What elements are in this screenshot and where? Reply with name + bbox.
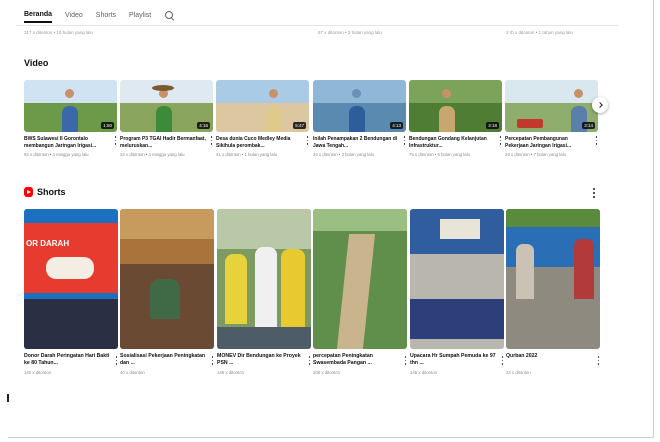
short-title[interactable]: MONEV Dir Bendungan ke Proyek PSN ... <box>217 353 311 367</box>
short-card[interactable]: Qurban 2022 24 x ditonton <box>506 209 600 375</box>
video-thumbnail[interactable]: 3:18 <box>409 80 502 132</box>
video-thumbnail[interactable]: 5:47 <box>216 80 309 132</box>
text-cursor <box>7 394 9 402</box>
video-thumbnail[interactable]: 3:14 <box>505 80 598 132</box>
video-card[interactable]: 4:13 Inilah Penampakan 2 Bendungan di Ja… <box>313 80 406 157</box>
more-vert-icon[interactable] <box>306 136 309 145</box>
short-title[interactable]: Qurban 2022 <box>506 353 600 367</box>
short-card[interactable]: MONEV Dir Bendungan ke Proyek PSN ... 14… <box>217 209 311 375</box>
tabs-divider <box>16 25 618 26</box>
previous-row-meta: 317 x ditonton • 10 bulan yang lalu <box>24 30 93 35</box>
more-vert-icon[interactable] <box>592 188 596 198</box>
short-meta: 145 x ditonton <box>410 370 437 375</box>
more-vert-icon[interactable] <box>597 356 600 365</box>
previous-row-meta: 3 rb x ditonton • 1 tahun yang lalu <box>506 30 573 35</box>
short-title[interactable]: Donor Darah Peringatan Hari Bakti ke 80 … <box>24 353 118 367</box>
video-title[interactable]: Percepatan Pembangunan Pekerjaan Jaringa… <box>505 136 598 149</box>
video-duration: 5:47 <box>293 122 306 129</box>
video-thumbnail[interactable]: 4:16 <box>120 80 213 132</box>
video-thumbnail[interactable]: 4:13 <box>313 80 406 132</box>
short-card[interactable]: Upacara Hr Sumpah Pemuda ke 97 thn ... 1… <box>410 209 504 375</box>
video-title[interactable]: Bendungan Gondang Kelanjutan Infrastrukt… <box>409 136 502 149</box>
chevron-right-icon[interactable] <box>592 97 608 113</box>
short-title[interactable]: Sosialisasi Pekerjaan Peningkatan dan ..… <box>120 353 214 367</box>
video-duration: 4:16 <box>197 122 210 129</box>
video-duration: 3:14 <box>582 122 595 129</box>
video-section-label: Video <box>24 58 49 68</box>
shorts-logo-icon <box>24 187 33 197</box>
short-meta: 208 x ditonton <box>313 370 340 375</box>
video-meta: 34 x ditonton • 4 minggu yang lalu <box>120 152 185 157</box>
previous-row-meta: 67 x ditonton • 3 bulan yang lalu <box>318 30 382 35</box>
short-thumbnail[interactable] <box>410 209 504 349</box>
video-meta: 75 x ditonton • 5 bulan yang lalu <box>409 152 470 157</box>
channel-tabs: Beranda Video Shorts Playlist <box>24 6 175 24</box>
short-title[interactable]: Upacara Hr Sumpah Pemuda ke 97 thn ... <box>410 353 504 367</box>
more-vert-icon[interactable] <box>211 356 214 365</box>
video-card[interactable]: 3:14 Percepatan Pembangunan Pekerjaan Ja… <box>505 80 598 157</box>
video-thumbnail[interactable]: 1:50 <box>24 80 117 132</box>
tab-video[interactable]: Video <box>65 7 83 23</box>
video-meta: 34 x ditonton • 3 bulan yang lalu <box>313 152 374 157</box>
video-card[interactable]: 3:18 Bendungan Gondang Kelanjutan Infras… <box>409 80 502 157</box>
more-vert-icon[interactable] <box>595 136 598 145</box>
video-duration: 1:50 <box>101 122 114 129</box>
video-title[interactable]: Program P3 TGAI Hadir Bermanfaat, meluru… <box>120 136 213 149</box>
video-duration: 3:18 <box>486 122 499 129</box>
more-vert-icon[interactable] <box>114 136 117 145</box>
short-card[interactable]: percepatan Peningkatan Swasembada Pangan… <box>313 209 407 375</box>
short-thumbnail[interactable] <box>120 209 214 349</box>
video-duration: 4:13 <box>390 122 403 129</box>
video-section-title[interactable]: Video <box>24 58 48 68</box>
shorts-section-title[interactable]: Shorts <box>24 187 66 197</box>
short-thumbnail[interactable]: OR DARAH <box>24 209 118 349</box>
video-title[interactable]: BWS Sulawesi II Gorontalo membangun Jari… <box>24 136 117 149</box>
video-meta: 23 x ditonton • 7 bulan yang lalu <box>505 152 566 157</box>
short-thumbnail[interactable] <box>313 209 407 349</box>
video-meta: 92 x ditonton • 4 minggu yang lalu <box>24 152 89 157</box>
short-title[interactable]: percepatan Peningkatan Swasembada Pangan… <box>313 353 407 367</box>
short-meta: 145 x ditonton <box>217 370 244 375</box>
tab-playlist[interactable]: Playlist <box>129 7 151 23</box>
more-vert-icon[interactable] <box>499 136 502 145</box>
video-card[interactable]: 1:50 BWS Sulawesi II Gorontalo membangun… <box>24 80 117 157</box>
video-title[interactable]: Desa dunia Cuco Medley Media Sikihula pe… <box>216 136 309 149</box>
tab-shorts[interactable]: Shorts <box>96 7 116 23</box>
short-card[interactable]: Sosialisasi Pekerjaan Peningkatan dan ..… <box>120 209 214 375</box>
more-vert-icon[interactable] <box>501 356 504 365</box>
short-overlay-text: OR DARAH <box>26 239 70 248</box>
video-card[interactable]: 4:16 Program P3 TGAI Hadir Bermanfaat, m… <box>120 80 213 157</box>
short-meta: 40 x ditonton <box>120 370 145 375</box>
more-vert-icon[interactable] <box>404 356 407 365</box>
more-vert-icon[interactable] <box>210 136 213 145</box>
shorts-section-label: Shorts <box>37 187 66 197</box>
search-icon[interactable] <box>164 10 175 21</box>
more-vert-icon[interactable] <box>403 136 406 145</box>
short-meta: 24 x ditonton <box>506 370 531 375</box>
tab-beranda[interactable]: Beranda <box>24 7 53 23</box>
video-title[interactable]: Inilah Penampakan 2 Bendungan di Jawa Te… <box>313 136 406 149</box>
more-vert-icon[interactable] <box>115 356 118 365</box>
short-thumbnail[interactable] <box>217 209 311 349</box>
more-vert-icon[interactable] <box>308 356 311 365</box>
video-card[interactable]: 5:47 Desa dunia Cuco Medley Media Sikihu… <box>216 80 309 157</box>
short-card[interactable]: OR DARAH Donor Darah Peringatan Hari Bak… <box>24 209 118 375</box>
short-thumbnail[interactable] <box>506 209 600 349</box>
short-meta: 140 x ditonton <box>24 370 51 375</box>
video-meta: 41 x ditonton • 1 bulan yang lalu <box>216 152 277 157</box>
